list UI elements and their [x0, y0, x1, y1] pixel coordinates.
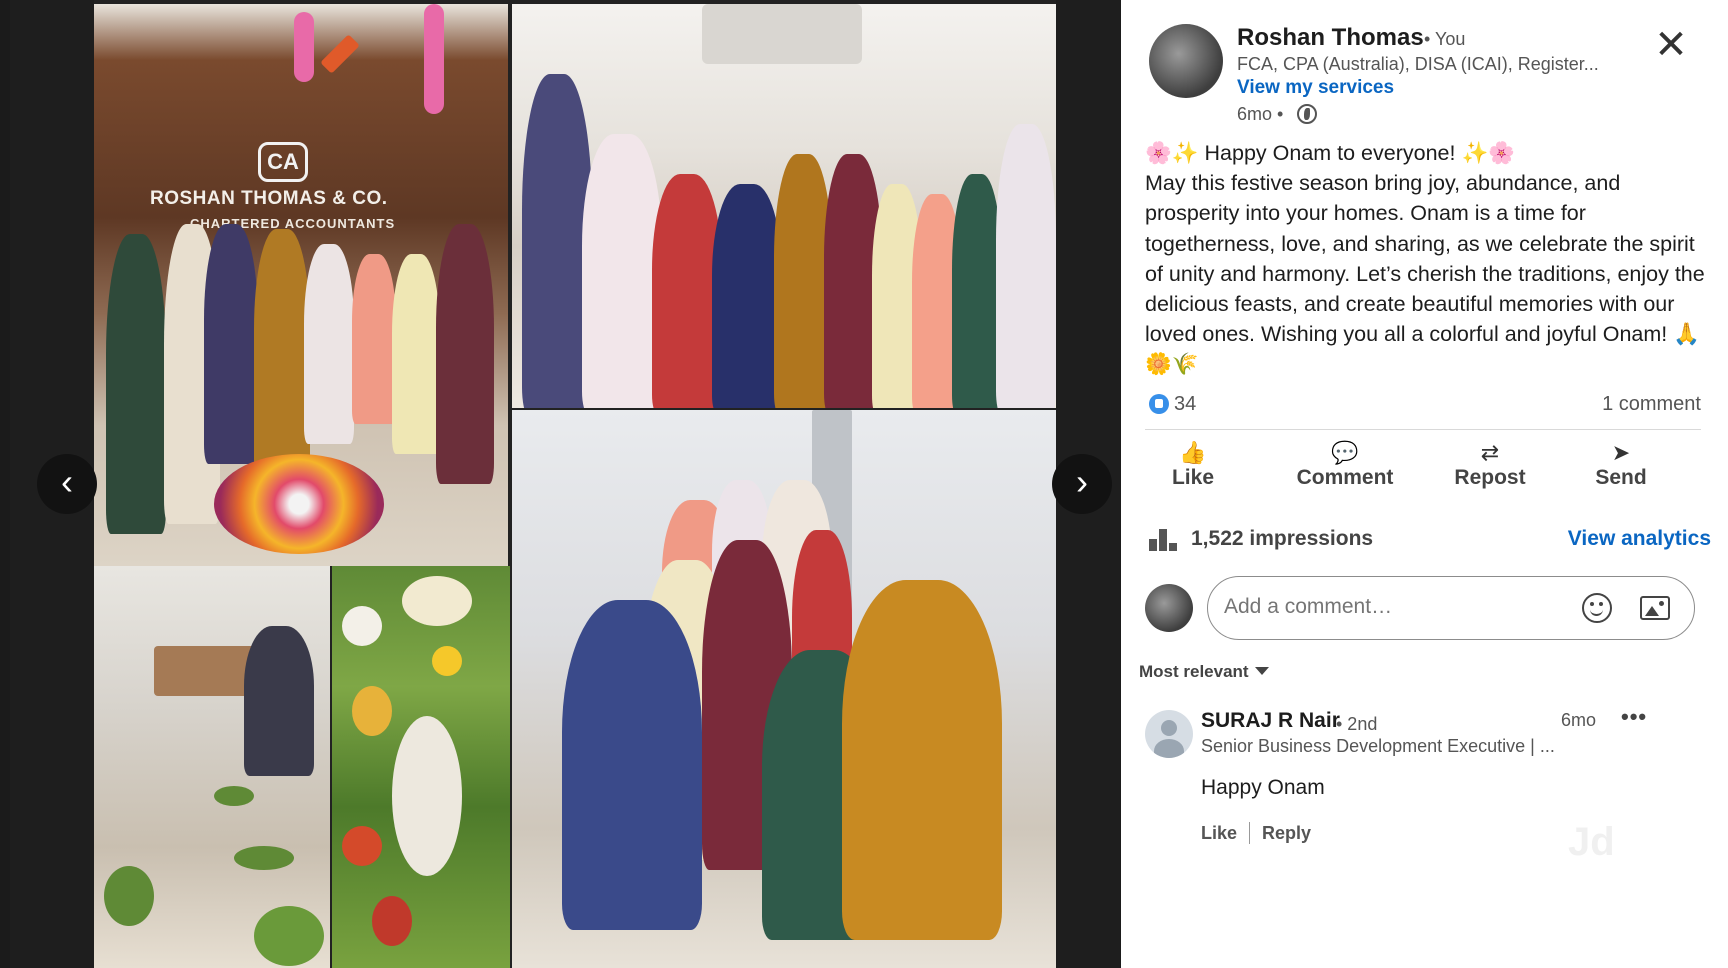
author-name[interactable]: Roshan Thomas — [1237, 24, 1424, 52]
close-button[interactable]: ✕ — [1651, 25, 1691, 66]
image-icon[interactable] — [1640, 596, 1670, 620]
author-headline: FCA, CPA (Australia), DISA (ICAI), Regis… — [1237, 54, 1599, 74]
impressions-count: 1,522 impressions — [1191, 527, 1374, 550]
comment-input[interactable] — [1224, 595, 1564, 619]
office-group-photo: CA ROSHAN THOMAS & CO. CHARTERED ACCOUNT… — [94, 4, 508, 566]
separator — [1249, 822, 1251, 844]
reaction-count[interactable]: 34 — [1174, 393, 1196, 416]
author-avatar[interactable] — [1149, 24, 1223, 98]
staircase-group-photo — [512, 410, 1056, 968]
team-photo-indoor — [512, 4, 1056, 408]
speech-bubble-icon: 💬 — [1331, 440, 1359, 465]
commenter-headline: Senior Business Development Executive | … — [1201, 736, 1555, 756]
send-icon: ➤ — [1611, 440, 1631, 465]
comment-time: 6mo — [1561, 710, 1597, 730]
globe-icon — [1297, 104, 1317, 124]
post-action-bar: 👍 Like 💬 Comment ⇄ Repost ➤ Send — [1145, 440, 1711, 500]
watermark-logo: Jd — [1568, 820, 1615, 864]
app-frame: CA ROSHAN THOMAS & CO. CHARTERED ACCOUNT… — [0, 0, 1728, 968]
comment-actions: Like Reply — [1201, 822, 1311, 844]
commenter-avatar[interactable] — [1145, 710, 1193, 758]
sort-dropdown[interactable]: Most relevant — [1139, 662, 1269, 682]
sort-label: Most relevant — [1139, 662, 1249, 681]
comment-button[interactable]: 💬 Comment — [1290, 440, 1400, 500]
firm-sign-name: ROSHAN THOMAS & CO. — [150, 188, 388, 209]
post-greeting-line: 🌸✨ Happy Onam to everyone! ✨🌸 — [1145, 141, 1515, 165]
photo-collage[interactable]: CA ROSHAN THOMAS & CO. CHARTERED ACCOUNT… — [94, 0, 1056, 968]
divider — [1145, 429, 1701, 430]
repost-button[interactable]: ⇄ Repost — [1445, 440, 1535, 500]
connection-degree: • 2nd — [1336, 714, 1378, 734]
emoji-icon[interactable] — [1582, 593, 1612, 623]
comment-box[interactable] — [1207, 576, 1695, 640]
comment-text: Happy Onam — [1201, 776, 1325, 799]
social-counts: 34 1 comment — [1145, 392, 1701, 428]
sadya-preparation-photo — [94, 566, 330, 968]
send-label: Send — [1595, 466, 1647, 489]
like-reaction-icon — [1149, 394, 1169, 414]
send-button[interactable]: ➤ Send — [1581, 440, 1661, 500]
you-badge: • You — [1424, 29, 1466, 49]
banana-leaf-feast-photo — [332, 566, 510, 968]
analytics-bars-icon — [1149, 527, 1179, 551]
thumbs-up-icon: 👍 — [1179, 440, 1207, 465]
more-options-icon[interactable]: ••• — [1621, 704, 1647, 730]
repost-label: Repost — [1454, 466, 1526, 489]
analytics-row: 1,522 impressions View analytics — [1145, 524, 1711, 556]
post-text: 🌸✨ Happy Onam to everyone! ✨🌸 May this f… — [1145, 138, 1711, 380]
image-viewer: CA ROSHAN THOMAS & CO. CHARTERED ACCOUNT… — [10, 0, 1120, 968]
caret-down-icon — [1254, 667, 1269, 675]
commenter-name[interactable]: SURAJ R Nair — [1201, 709, 1340, 733]
previous-image-button[interactable]: ‹ — [37, 454, 97, 514]
post-time: 6mo • — [1237, 104, 1284, 124]
comment-label: Comment — [1296, 466, 1394, 489]
post-details-panel: Roshan Thomas • You FCA, CPA (Australia)… — [1121, 0, 1728, 968]
comment-item: SURAJ R Nair • 2nd Senior Business Devel… — [1145, 700, 1705, 860]
current-user-avatar — [1145, 584, 1193, 632]
repost-icon: ⇄ — [1480, 440, 1500, 465]
next-image-button[interactable]: › — [1052, 454, 1112, 514]
comment-like-button[interactable]: Like — [1201, 823, 1237, 843]
view-services-link[interactable]: View my services — [1237, 77, 1394, 99]
view-analytics-link[interactable]: View analytics — [1568, 527, 1711, 551]
comment-reply-button[interactable]: Reply — [1262, 823, 1311, 843]
like-button[interactable]: 👍 Like — [1163, 440, 1223, 500]
post-message: May this festive season bring joy, abund… — [1145, 171, 1705, 377]
like-label: Like — [1171, 466, 1215, 489]
comment-count[interactable]: 1 comment — [1602, 393, 1701, 416]
firm-logo: CA — [258, 142, 308, 182]
